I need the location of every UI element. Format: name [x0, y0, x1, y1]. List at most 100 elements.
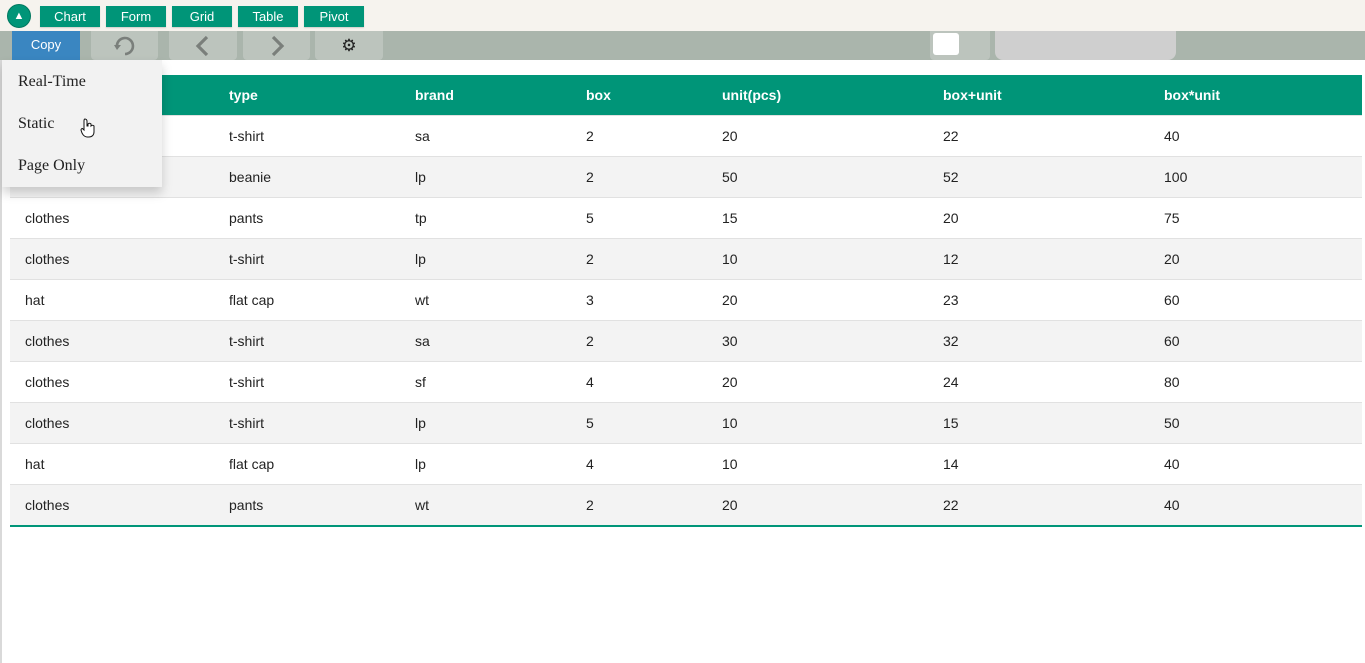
menu-item-static[interactable]: Static — [18, 115, 54, 133]
table-cell[interactable]: 23 — [928, 279, 1149, 321]
table-cell[interactable]: 2 — [571, 320, 707, 362]
table-cell[interactable]: 20 — [707, 115, 928, 157]
table-cell[interactable]: 5 — [571, 197, 707, 239]
table-cell[interactable]: 40 — [1149, 484, 1362, 527]
table-cell[interactable]: 30 — [707, 320, 928, 362]
table-cell[interactable]: clothes — [10, 238, 214, 280]
table-cell[interactable]: 80 — [1149, 361, 1362, 403]
table-cell[interactable]: 3 — [571, 279, 707, 321]
column-header[interactable]: box*unit — [1149, 75, 1362, 116]
table-cell[interactable]: 12 — [928, 238, 1149, 280]
table-row[interactable]: t-shirt sa 2 20 22 40 — [10, 115, 1362, 157]
table-cell[interactable]: 20 — [707, 361, 928, 403]
table-cell[interactable]: t-shirt — [214, 320, 400, 362]
table-cell[interactable]: 15 — [928, 402, 1149, 444]
table-cell[interactable]: 24 — [928, 361, 1149, 403]
table-cell[interactable]: 4 — [571, 443, 707, 485]
mode-pivot-button[interactable]: Pivot — [304, 6, 364, 27]
table-cell[interactable]: 60 — [1149, 279, 1362, 321]
table-row[interactable]: clothes pants wt 2 20 22 40 — [10, 484, 1362, 527]
table-row[interactable]: clothes t-shirt lp 2 10 12 20 — [10, 238, 1362, 280]
table-cell[interactable]: sa — [400, 115, 571, 157]
table-cell[interactable]: lp — [400, 402, 571, 444]
table-row[interactable]: hat flat cap wt 3 20 23 60 — [10, 279, 1362, 321]
table-cell[interactable]: clothes — [10, 320, 214, 362]
table-cell[interactable]: hat — [10, 443, 214, 485]
table-cell[interactable]: clothes — [10, 484, 214, 527]
table-cell[interactable]: lp — [400, 443, 571, 485]
table-cell[interactable]: wt — [400, 484, 571, 527]
table-cell[interactable]: 10 — [707, 402, 928, 444]
mode-grid-button[interactable]: Grid — [172, 6, 232, 27]
table-cell[interactable]: 50 — [1149, 402, 1362, 444]
table-cell[interactable]: 60 — [1149, 320, 1362, 362]
table-row[interactable]: hat flat cap lp 4 10 14 40 — [10, 443, 1362, 485]
column-header[interactable]: box+unit — [928, 75, 1149, 116]
table-cell[interactable]: 20 — [707, 484, 928, 527]
table-cell[interactable]: t-shirt — [214, 361, 400, 403]
table-cell[interactable]: sf — [400, 361, 571, 403]
next-button[interactable] — [243, 31, 310, 60]
table-cell[interactable]: 10 — [707, 443, 928, 485]
table-cell[interactable]: 32 — [928, 320, 1149, 362]
refresh-button[interactable] — [91, 31, 158, 60]
table-cell[interactable]: hat — [10, 279, 214, 321]
settings-button[interactable]: ⚙ — [315, 31, 383, 60]
table-cell[interactable]: wt — [400, 279, 571, 321]
table-cell[interactable]: flat cap — [214, 443, 400, 485]
view-toggle[interactable] — [930, 31, 990, 60]
search-input[interactable] — [995, 31, 1176, 60]
menu-item-page-only[interactable]: Page Only — [18, 157, 85, 175]
copy-button[interactable]: Copy — [12, 31, 80, 60]
table-cell[interactable]: 4 — [571, 361, 707, 403]
table-cell[interactable]: 20 — [707, 279, 928, 321]
table-cell[interactable]: 15 — [707, 197, 928, 239]
column-header[interactable]: box — [571, 75, 707, 116]
table-row[interactable]: clothes t-shirt lp 5 10 15 50 — [10, 402, 1362, 444]
table-cell[interactable]: flat cap — [214, 279, 400, 321]
table-cell[interactable]: 22 — [928, 115, 1149, 157]
mode-chart-button[interactable]: Chart — [40, 6, 100, 27]
toggle-knob[interactable] — [933, 33, 959, 55]
table-cell[interactable]: t-shirt — [214, 115, 400, 157]
table-cell[interactable]: lp — [400, 238, 571, 280]
table-cell[interactable]: 20 — [1149, 238, 1362, 280]
table-row[interactable]: clothes pants tp 5 15 20 75 — [10, 197, 1362, 239]
table-cell[interactable]: 14 — [928, 443, 1149, 485]
table-cell[interactable]: sa — [400, 320, 571, 362]
table-cell[interactable]: pants — [214, 484, 400, 527]
table-cell[interactable]: tp — [400, 197, 571, 239]
table-cell[interactable]: 10 — [707, 238, 928, 280]
table-cell[interactable]: 22 — [928, 484, 1149, 527]
table-row[interactable]: clothes t-shirt sf 4 20 24 80 — [10, 361, 1362, 403]
table-cell[interactable]: lp — [400, 156, 571, 198]
prev-button[interactable] — [169, 31, 237, 60]
table-cell[interactable]: 40 — [1149, 115, 1362, 157]
column-header[interactable]: unit(pcs) — [707, 75, 928, 116]
menu-item-real-time[interactable]: Real-Time — [18, 73, 86, 91]
mode-form-button[interactable]: Form — [106, 6, 166, 27]
table-cell[interactable]: clothes — [10, 361, 214, 403]
table-cell[interactable]: clothes — [10, 402, 214, 444]
table-row[interactable]: clothes t-shirt sa 2 30 32 60 — [10, 320, 1362, 362]
table-cell[interactable]: pants — [214, 197, 400, 239]
table-cell[interactable]: 20 — [928, 197, 1149, 239]
table-row[interactable]: beanie lp 2 50 52 100 — [10, 156, 1362, 198]
collapse-toggle-button[interactable]: ▲ — [7, 4, 31, 28]
table-cell[interactable]: clothes — [10, 197, 214, 239]
table-cell[interactable]: 100 — [1149, 156, 1362, 198]
table-cell[interactable]: 2 — [571, 156, 707, 198]
table-cell[interactable]: 2 — [571, 238, 707, 280]
table-cell[interactable]: t-shirt — [214, 238, 400, 280]
table-cell[interactable]: t-shirt — [214, 402, 400, 444]
column-header[interactable]: type — [214, 75, 400, 116]
column-header[interactable]: brand — [400, 75, 571, 116]
table-cell[interactable]: 2 — [571, 115, 707, 157]
table-cell[interactable]: 75 — [1149, 197, 1362, 239]
table-cell[interactable]: beanie — [214, 156, 400, 198]
table-cell[interactable]: 5 — [571, 402, 707, 444]
table-cell[interactable]: 50 — [707, 156, 928, 198]
table-cell[interactable]: 52 — [928, 156, 1149, 198]
table-cell[interactable]: 40 — [1149, 443, 1362, 485]
table-cell[interactable]: 2 — [571, 484, 707, 527]
